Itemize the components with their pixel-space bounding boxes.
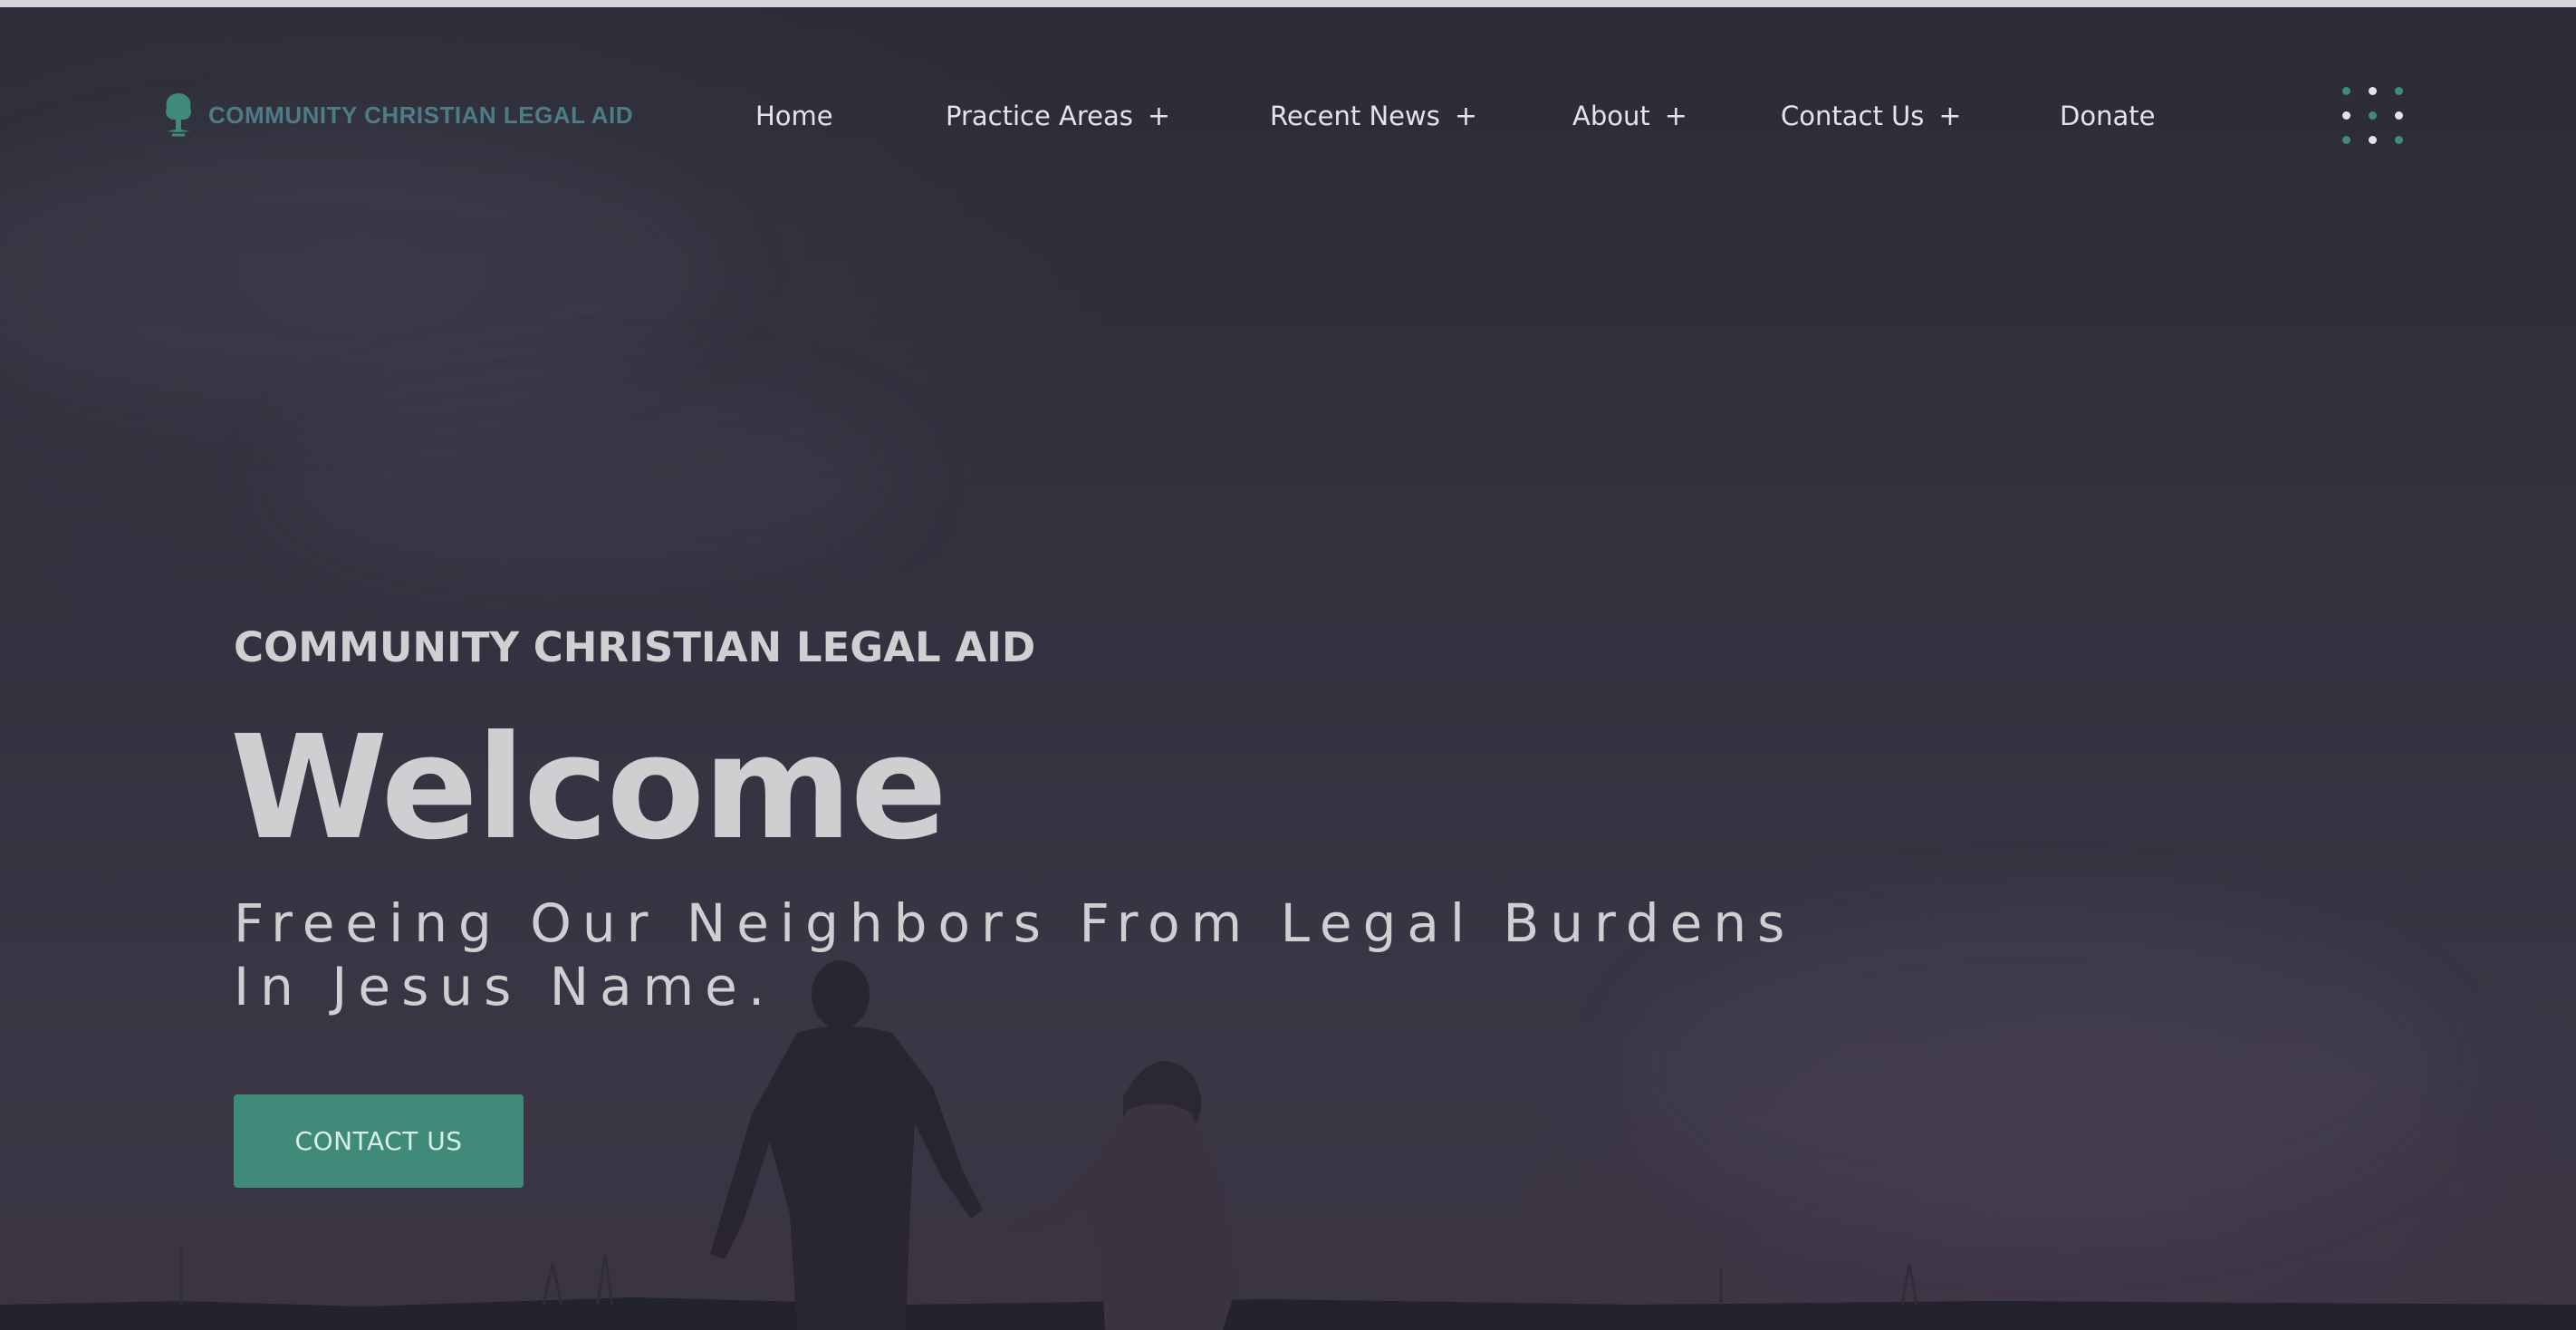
hero-tagline: Freeing Our Neighbors From Legal Burdens… [234, 891, 1955, 1018]
tagline-line: Freeing Our Neighbors From Legal Burdens [234, 892, 1796, 954]
nav-label: Practice Areas [946, 101, 1133, 131]
nav-item-home[interactable]: Home [755, 94, 833, 138]
site-logo[interactable]: COMMUNITY CHRISTIAN LEGAL AID [159, 87, 633, 143]
tagline-line: In Jesus Name. [234, 956, 776, 1017]
dots-grid-icon[interactable] [2337, 83, 2408, 149]
nav-item-practice-areas[interactable]: Practice Areas + [946, 94, 1170, 138]
nav-label: Home [755, 101, 833, 131]
logo-text: COMMUNITY CHRISTIAN LEGAL AID [208, 101, 634, 129]
contact-us-button[interactable]: CONTACT US [234, 1094, 524, 1188]
tree-logo-icon [166, 93, 191, 137]
nav-item-donate[interactable]: Donate [2060, 94, 2155, 138]
hero-eyebrow: COMMUNITY CHRISTIAN LEGAL AID [234, 623, 1036, 671]
menu-dot [2369, 87, 2377, 95]
menu-dot [2342, 136, 2350, 144]
nav-item-recent-news[interactable]: Recent News + [1270, 94, 1477, 138]
nav-item-contact-us[interactable]: Contact Us + [1781, 94, 1962, 138]
menu-dot [2342, 87, 2350, 95]
nav-label: Recent News [1270, 101, 1440, 131]
hero-headline: Welcome [230, 705, 947, 872]
expand-plus-icon[interactable]: + [1665, 101, 1687, 132]
nav-label: About [1572, 101, 1650, 131]
nav-item-about[interactable]: About + [1572, 94, 1687, 138]
menu-dot [2395, 111, 2403, 120]
menu-dot [2395, 136, 2403, 144]
expand-plus-icon[interactable]: + [1148, 101, 1170, 132]
nav-label: Contact Us [1781, 101, 1925, 131]
menu-dot [2369, 136, 2377, 144]
menu-dot [2395, 87, 2403, 95]
expand-plus-icon[interactable]: + [1455, 101, 1477, 132]
menu-dot [2369, 111, 2377, 120]
expand-plus-icon[interactable]: + [1938, 101, 1961, 132]
nav-label: Donate [2060, 101, 2156, 131]
hero-page: COMMUNITY CHRISTIAN LEGAL AID Home Pract… [0, 0, 2576, 1330]
menu-dot [2342, 111, 2350, 120]
